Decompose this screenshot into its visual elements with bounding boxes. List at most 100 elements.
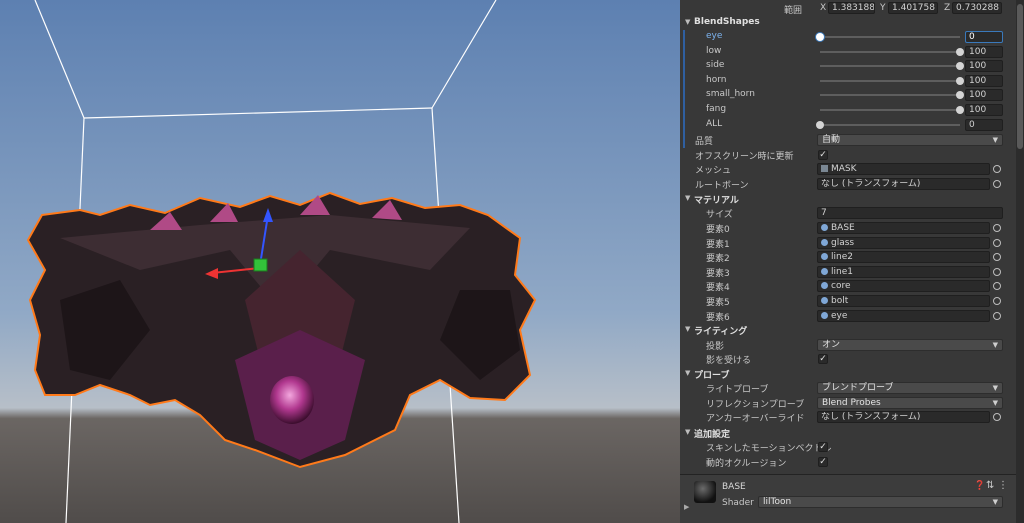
material-icon bbox=[821, 253, 828, 261]
material-icon bbox=[821, 297, 828, 304]
object-picker-icon[interactable] bbox=[993, 311, 1001, 320]
blendshape-value-field[interactable]: 0 bbox=[965, 31, 1003, 43]
blendshape-slider-knob[interactable] bbox=[956, 91, 964, 100]
blendshape-label: side bbox=[706, 60, 725, 71]
material-preview-icon[interactable] bbox=[694, 481, 716, 503]
mesh-field[interactable]: MASK bbox=[817, 163, 990, 175]
offscreen-row: オフスクリーン時に更新 ✓ bbox=[680, 148, 1016, 162]
object-picker-icon[interactable] bbox=[993, 297, 1001, 305]
blendshape-slider-knob[interactable] bbox=[956, 76, 964, 85]
inspector-scrollbar[interactable] bbox=[1016, 0, 1024, 523]
additional-header[interactable]: ▼ 追加設定 bbox=[680, 426, 1016, 440]
material-slot-field[interactable]: eye bbox=[817, 309, 990, 322]
object-picker-icon[interactable] bbox=[993, 224, 1001, 232]
probes-title: プローブ bbox=[694, 371, 730, 381]
object-picker-icon[interactable] bbox=[993, 253, 1001, 262]
receive-shadows-checkbox[interactable]: ✓ bbox=[818, 354, 828, 364]
blendshape-slider-knob[interactable] bbox=[816, 120, 824, 129]
material-slot-field[interactable]: line2 bbox=[817, 251, 990, 264]
x-field[interactable]: 1.383188 bbox=[828, 2, 875, 14]
blendshape-value-field[interactable]: 100 bbox=[965, 45, 1003, 58]
blendshape-slider-knob[interactable] bbox=[956, 62, 964, 71]
blendshape-slider-track[interactable] bbox=[820, 65, 960, 68]
blendshape-label: low bbox=[706, 45, 722, 56]
blendshape-slider-knob[interactable] bbox=[816, 33, 824, 41]
additional-title: 追加設定 bbox=[694, 430, 731, 440]
light-probe-row: ライトプローブ ブレンドプローブ ▼ bbox=[680, 381, 1016, 395]
material-slot-field[interactable]: bolt bbox=[817, 295, 990, 307]
blendshape-value-field[interactable]: 100 bbox=[965, 89, 1003, 102]
dynamic-occlusion-checkbox[interactable]: ✓ bbox=[818, 457, 828, 467]
quality-row: 品質 自動 ▼ bbox=[680, 133, 1016, 147]
expand-arrow-icon[interactable]: ▶ bbox=[684, 503, 689, 511]
more-options-icon[interactable]: ⋮ bbox=[998, 480, 1008, 491]
object-picker-icon[interactable] bbox=[993, 180, 1001, 188]
blendshape-label: small_horn bbox=[706, 89, 755, 100]
blendshape-value-field[interactable]: 0 bbox=[965, 118, 1003, 131]
material-slot-value: line1 bbox=[831, 266, 853, 277]
light-probe-dropdown[interactable]: ブレンドプローブ ▼ bbox=[817, 382, 1003, 394]
object-picker-icon[interactable] bbox=[993, 267, 1001, 276]
scene-view[interactable] bbox=[0, 0, 680, 523]
material-element-label: 要素3 bbox=[706, 268, 730, 279]
foldout-arrow-icon[interactable]: ▼ bbox=[685, 18, 690, 26]
material-footer: ▶ BASE ❓ ⇅ ⋮ Shader lilToon ▼ bbox=[680, 474, 1024, 523]
blendshapes-title: BlendShapes bbox=[694, 17, 760, 27]
blendshape-label: ALL bbox=[706, 118, 723, 129]
anchor-override-field[interactable]: なし (トランスフォーム) bbox=[817, 411, 990, 423]
quality-dropdown[interactable]: 自動 ▼ bbox=[817, 134, 1003, 146]
material-element-row: 要素5 bolt bbox=[680, 294, 1016, 308]
preset-icon[interactable]: ⇅ bbox=[986, 480, 994, 491]
blendshape-slider-track[interactable] bbox=[820, 109, 960, 111]
material-slot-field[interactable]: core bbox=[817, 280, 990, 293]
skinned-motion-checkbox[interactable]: ✓ bbox=[818, 442, 828, 452]
object-picker-icon[interactable] bbox=[993, 413, 1001, 421]
z-field[interactable]: 0.730288 bbox=[952, 2, 1002, 14]
material-slot-field[interactable]: glass bbox=[817, 236, 990, 249]
foldout-arrow-icon[interactable]: ▼ bbox=[685, 369, 690, 377]
rootbone-field[interactable]: なし (トランスフォーム) bbox=[817, 178, 990, 190]
material-size-field[interactable]: 7 bbox=[817, 207, 1003, 219]
extent-label: 範囲 bbox=[784, 6, 803, 16]
blendshape-slider-track[interactable] bbox=[820, 36, 960, 38]
blendshape-slider-track[interactable] bbox=[820, 94, 960, 97]
blendshape-slider-track[interactable] bbox=[820, 79, 960, 82]
material-slot-field[interactable]: line1 bbox=[817, 265, 990, 278]
material-element-label: 要素2 bbox=[706, 254, 730, 265]
blendshape-slider-knob[interactable] bbox=[956, 106, 964, 114]
material-size-label: サイズ bbox=[706, 210, 733, 220]
offscreen-checkbox[interactable]: ✓ bbox=[818, 150, 828, 160]
blendshape-value-field[interactable]: 100 bbox=[965, 104, 1003, 116]
object-picker-icon[interactable] bbox=[993, 165, 1001, 173]
z-label: Z bbox=[944, 3, 951, 13]
foldout-arrow-icon[interactable]: ▼ bbox=[685, 194, 690, 202]
y-field[interactable]: 1.401758 bbox=[888, 2, 938, 14]
lighting-header[interactable]: ▼ ライティング bbox=[680, 323, 1016, 337]
help-icon[interactable]: ❓ bbox=[974, 481, 985, 491]
blendshape-value-field[interactable]: 100 bbox=[965, 60, 1003, 73]
inspector-panel: 範囲 X 1.383188 Y 1.401758 Z 0.730288 ▼ Bl… bbox=[680, 0, 1024, 523]
offscreen-label: オフスクリーン時に更新 bbox=[695, 152, 794, 162]
reflection-probe-dropdown[interactable]: Blend Probes ▼ bbox=[817, 397, 1003, 409]
scene-viewport[interactable] bbox=[0, 0, 680, 523]
blendshape-slider-track[interactable] bbox=[820, 50, 960, 53]
shader-dropdown[interactable]: lilToon ▼ bbox=[758, 496, 1003, 508]
material-slot-field[interactable]: BASE bbox=[817, 222, 990, 234]
object-picker-icon[interactable] bbox=[993, 238, 1001, 247]
object-picker-icon[interactable] bbox=[993, 282, 1001, 291]
materials-header[interactable]: ▼ マテリアル bbox=[680, 192, 1016, 206]
blendshape-slider-knob[interactable] bbox=[956, 47, 964, 56]
blendshape-slider-track[interactable] bbox=[820, 123, 960, 126]
probes-header[interactable]: ▼ プローブ bbox=[680, 367, 1016, 381]
scrollbar-thumb[interactable] bbox=[1017, 4, 1023, 149]
blendshape-value-field[interactable]: 100 bbox=[965, 74, 1003, 87]
material-element-label: 要素6 bbox=[706, 312, 730, 323]
foldout-arrow-icon[interactable]: ▼ bbox=[685, 325, 690, 333]
material-element-label: 要素1 bbox=[706, 239, 730, 250]
blendshape-label: horn bbox=[706, 74, 727, 85]
foldout-arrow-icon[interactable]: ▼ bbox=[685, 428, 690, 436]
blendshapes-header[interactable]: ▼ BlendShapes bbox=[680, 16, 1016, 30]
dynamic-occlusion-label: 動的オクルージョン bbox=[706, 459, 787, 469]
cast-shadows-dropdown[interactable]: オン ▼ bbox=[817, 339, 1003, 351]
light-probe-value: ブレンドプローブ bbox=[822, 383, 894, 393]
